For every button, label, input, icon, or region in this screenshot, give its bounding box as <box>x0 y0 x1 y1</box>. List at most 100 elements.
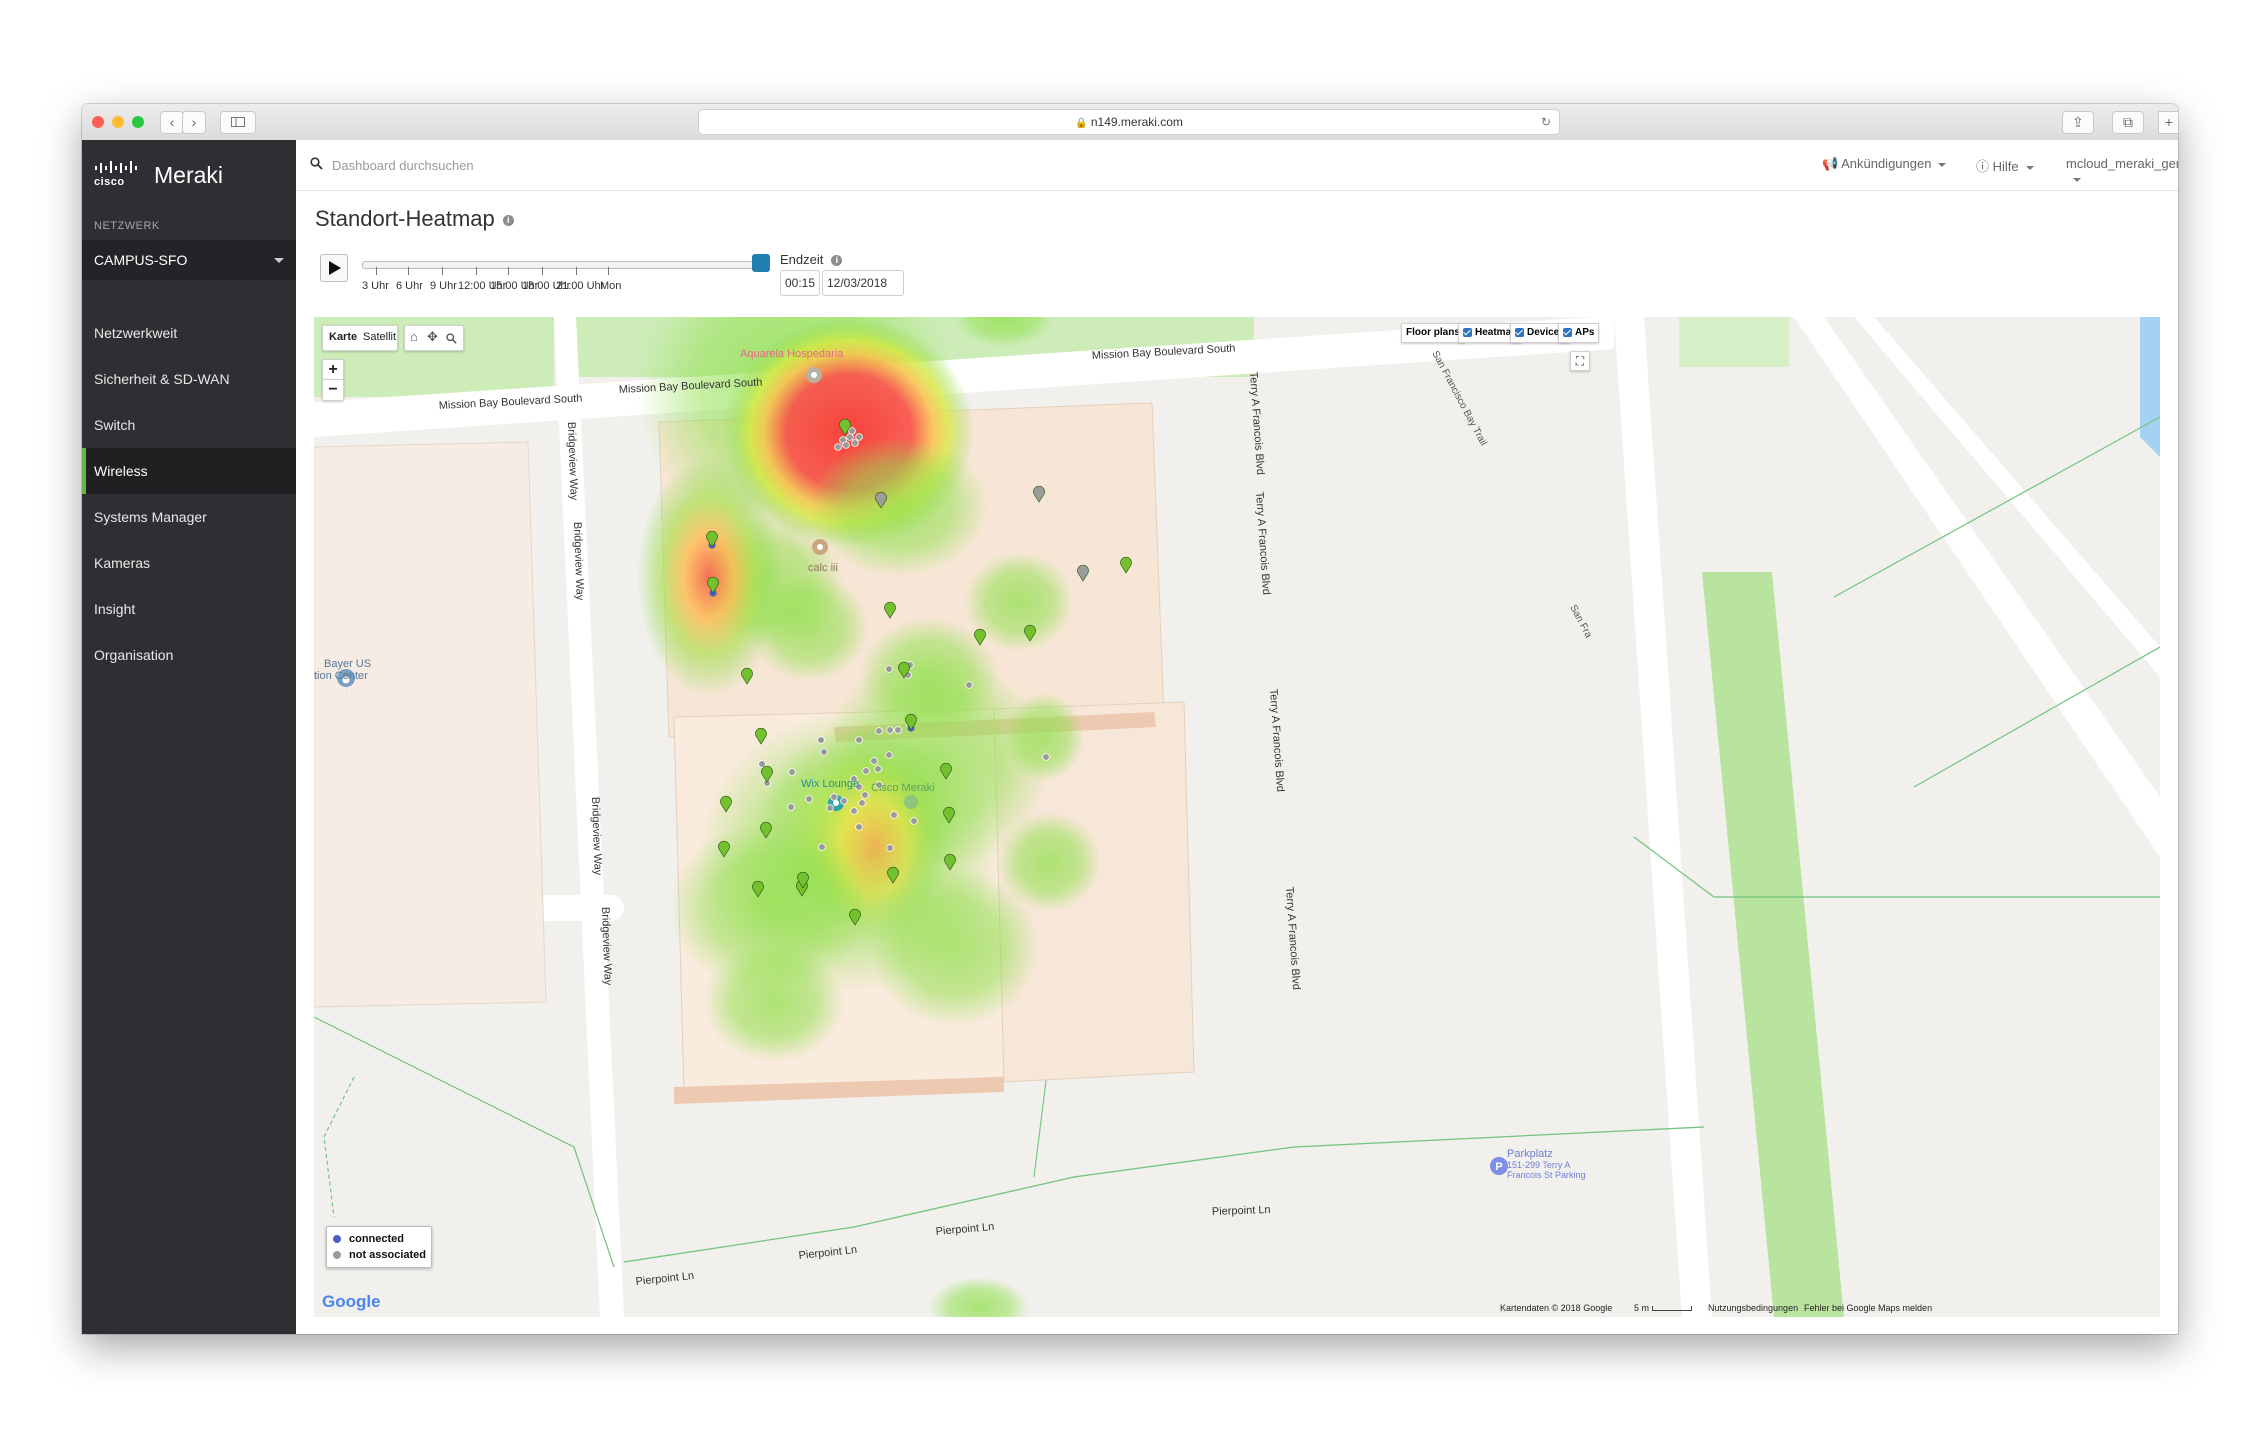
poi-calc-icon[interactable] <box>812 539 828 555</box>
play-button[interactable] <box>320 254 348 282</box>
info-icon[interactable]: i <box>831 255 843 267</box>
address-bar[interactable]: 🔒 n149.meraki.com ↻ <box>698 109 1560 135</box>
device-not-associated-dot[interactable] <box>851 439 859 447</box>
announcements-menu[interactable]: 📢 Ankündigungen <box>1822 156 1947 172</box>
sidebar-icon <box>231 117 245 127</box>
megaphone-icon: 📢 <box>1822 156 1839 171</box>
device-not-associated-dot[interactable] <box>850 807 858 815</box>
device-not-associated-dot[interactable] <box>885 665 893 673</box>
device-not-associated-dot[interactable] <box>910 817 918 825</box>
device-not-associated-dot[interactable] <box>834 443 842 451</box>
share-button[interactable]: ⇪ <box>2062 111 2094 134</box>
device-not-associated-dot[interactable] <box>862 767 870 775</box>
legend-not-associated-label: not associated <box>349 1249 427 1261</box>
map-type-control: Karte Satellit <box>322 325 398 351</box>
timeline-slider-handle[interactable] <box>752 254 770 272</box>
device-not-associated-dot[interactable] <box>858 799 866 807</box>
device-not-associated-dot[interactable] <box>842 441 850 449</box>
user-menu[interactable]: mcloud_meraki_german <box>2066 156 2178 186</box>
sidebar-toggle-button[interactable] <box>220 111 256 134</box>
search-icon <box>310 157 323 170</box>
google-logo[interactable]: Google <box>322 1292 381 1312</box>
device-not-associated-dot[interactable] <box>826 804 834 812</box>
sidebar-item-sicherheit-sd-wan[interactable]: Sicherheit & SD-WAN <box>82 356 296 402</box>
poi-label-parkplatz-sub-2: Francois St Parking <box>1507 1170 1586 1180</box>
sidebar-item-organisation[interactable]: Organisation <box>82 632 296 678</box>
device-not-associated-dot[interactable] <box>885 751 893 759</box>
network-selector[interactable]: CAMPUS-SFO <box>82 240 296 280</box>
fullscreen-button[interactable]: ⛶ <box>1570 351 1590 371</box>
help-menu[interactable]: ⓘ Hilfe <box>1976 156 2034 175</box>
building-left <box>314 441 547 1008</box>
heat-blob <box>1004 692 1084 782</box>
poi-cisco-meraki-icon[interactable] <box>904 795 918 809</box>
minimize-window-button[interactable] <box>112 116 124 128</box>
device-not-associated-dot[interactable] <box>840 797 848 805</box>
cisco-bridge-icon <box>95 161 137 173</box>
device-not-associated-dot[interactable] <box>965 681 973 689</box>
zoom-window-button[interactable] <box>132 116 144 128</box>
device-not-associated-dot[interactable] <box>758 760 766 768</box>
device-not-associated-dot[interactable] <box>890 811 898 819</box>
sidebar-item-switch[interactable]: Switch <box>82 402 296 448</box>
device-not-associated-dot[interactable] <box>1042 753 1050 761</box>
device-not-associated-dot[interactable] <box>788 768 796 776</box>
home-icon[interactable]: ⌂ <box>410 329 418 344</box>
device-not-associated-dot[interactable] <box>855 433 863 441</box>
device-not-associated-dot[interactable] <box>861 791 869 799</box>
reload-icon[interactable]: ↻ <box>1541 110 1551 134</box>
sidebar-item-kameras[interactable]: Kameras <box>82 540 296 586</box>
device-not-associated-dot[interactable] <box>855 823 863 831</box>
sidebar-item-netzwerkweit[interactable]: Netzwerkweit <box>82 310 296 356</box>
map-report-link[interactable]: Fehler bei Google Maps melden <box>1804 1303 1932 1313</box>
device-not-associated-dot[interactable] <box>886 726 894 734</box>
browser-window: ‹ › 🔒 n149.meraki.com ↻ ⇪ ⧉ + cisco Mera… <box>82 104 2178 1334</box>
end-date-input[interactable]: 12/03/2018 <box>822 270 904 296</box>
device-not-associated-dot[interactable] <box>830 793 838 801</box>
pan-icon[interactable]: ✥ <box>427 329 438 345</box>
device-not-associated-dot[interactable] <box>820 748 828 756</box>
sidebar-item-systems-manager[interactable]: Systems Manager <box>82 494 296 540</box>
new-tab-button[interactable]: + <box>2158 111 2178 134</box>
device-not-associated-dot[interactable] <box>870 757 878 765</box>
checkbox-checked-icon <box>1463 327 1472 337</box>
map-terms-link[interactable]: Nutzungsbedingungen <box>1708 1303 1798 1313</box>
close-window-button[interactable] <box>92 116 104 128</box>
device-not-associated-dot[interactable] <box>874 765 882 773</box>
chevron-down-icon <box>2073 177 2081 182</box>
poi-label-parkplatz: Parkplatz <box>1507 1148 1553 1160</box>
device-not-associated-dot[interactable] <box>886 844 894 852</box>
zoom-out-button[interactable]: − <box>322 379 344 401</box>
device-not-associated-dot[interactable] <box>787 803 795 811</box>
device-not-associated-dot[interactable] <box>818 843 826 851</box>
search-icon[interactable] <box>446 333 457 344</box>
heat-blob <box>809 437 989 577</box>
forward-button[interactable]: › <box>182 111 206 134</box>
timeline-slider-track[interactable] <box>362 261 762 269</box>
heatmap-map[interactable]: P Mission Bay Boulevard South Mission Ba… <box>314 317 2160 1317</box>
device-not-associated-dot[interactable] <box>805 795 813 803</box>
cisco-wordmark: cisco <box>94 176 125 188</box>
map-canvas[interactable]: P Mission Bay Boulevard South Mission Ba… <box>314 317 2160 1317</box>
aps-toggle[interactable]: APs <box>1558 323 1600 343</box>
floor-plans-dropdown[interactable]: Floor plans <box>1401 323 1465 343</box>
device-not-associated-dot[interactable] <box>875 727 883 735</box>
device-not-associated-dot[interactable] <box>848 427 856 435</box>
dashboard-search-input[interactable]: Dashboard durchsuchen <box>332 158 474 173</box>
sidebar-item-insight[interactable]: Insight <box>82 586 296 632</box>
zoom-in-button[interactable]: + <box>322 359 344 381</box>
legend-row-connected: connected <box>333 1232 404 1246</box>
map-type-karte-button[interactable]: Karte <box>329 331 357 343</box>
timeline-tick-label: 3 Uhr <box>362 280 389 292</box>
poi-aquarela-icon[interactable] <box>806 367 822 383</box>
info-icon[interactable]: i <box>502 214 514 226</box>
device-not-associated-dot[interactable] <box>894 726 902 734</box>
device-not-associated-dot[interactable] <box>855 736 863 744</box>
device-not-associated-dot[interactable] <box>817 736 825 744</box>
map-type-satellit-button[interactable]: Satellit <box>363 331 396 343</box>
sidebar-item-wireless[interactable]: Wireless <box>82 448 296 494</box>
poi-parkplatz-icon[interactable]: P <box>1490 1157 1508 1175</box>
back-button[interactable]: ‹ <box>160 111 184 134</box>
tabs-button[interactable]: ⧉ <box>2112 111 2144 134</box>
end-time-input[interactable]: 00:15 <box>780 270 820 296</box>
